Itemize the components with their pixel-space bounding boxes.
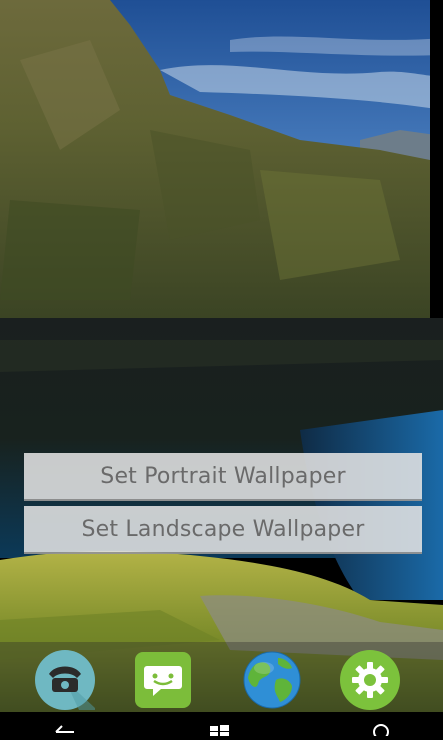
- phone-icon: [35, 650, 95, 710]
- windows-home-icon: [210, 725, 229, 736]
- set-landscape-wallpaper-label: Set Landscape Wallpaper: [81, 516, 365, 542]
- settings-app[interactable]: [340, 650, 400, 710]
- app-dock: [0, 642, 443, 712]
- back-button[interactable]: [50, 721, 76, 740]
- phone-app[interactable]: [35, 650, 95, 710]
- home-button[interactable]: [208, 721, 230, 740]
- settings-icon: [340, 650, 400, 710]
- message-icon: [135, 652, 191, 708]
- browser-app[interactable]: [242, 650, 302, 710]
- messaging-app[interactable]: [133, 650, 193, 710]
- search-icon: [373, 724, 389, 740]
- back-icon: [55, 725, 74, 733]
- set-portrait-wallpaper-button[interactable]: Set Portrait Wallpaper: [24, 453, 422, 501]
- set-landscape-wallpaper-button[interactable]: Set Landscape Wallpaper: [24, 506, 422, 554]
- search-button[interactable]: [368, 721, 390, 740]
- globe-icon: [243, 651, 301, 709]
- set-portrait-wallpaper-label: Set Portrait Wallpaper: [100, 463, 346, 489]
- wallpaper-preview: [0, 0, 443, 718]
- system-navigation-bar: [0, 712, 443, 740]
